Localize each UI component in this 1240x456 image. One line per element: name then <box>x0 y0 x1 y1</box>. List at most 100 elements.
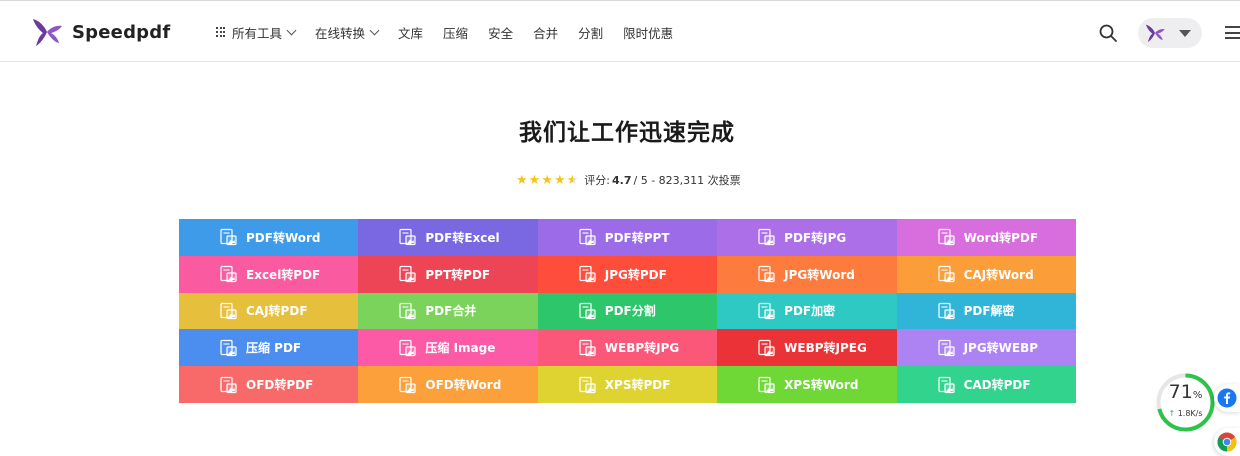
tool-tile[interactable]: PDF转Word <box>179 219 359 256</box>
tool-tile[interactable]: PDF转PPT <box>537 219 718 256</box>
main-nav: 所有工具 在线转换 文库 压缩 安全 合并 分割 限时优惠 <box>216 21 693 43</box>
tool-tile[interactable]: OFD转PDF <box>179 366 359 403</box>
brand-name: Speedpdf <box>72 21 171 43</box>
image-to-word-icon <box>758 266 775 283</box>
site-header: Speedpdf 所有工具 在线转换 文库 压缩 安全 合并 分割 限时优惠 <box>0 1 1240 62</box>
tool-label: Word转PDF <box>963 230 1039 245</box>
tool-tile[interactable]: XPS转Word <box>717 366 897 403</box>
nav-compress[interactable]: 压缩 <box>443 23 468 42</box>
avatar <box>1145 24 1165 43</box>
tool-label: OFD转PDF <box>246 378 314 393</box>
nav-library[interactable]: 文库 <box>398 23 423 42</box>
tool-tile[interactable]: PDF转Excel <box>358 219 538 256</box>
tool-label: PDF转Word <box>246 230 321 245</box>
rating-suffix: / 5 - 823,311 次投票 <box>633 174 741 187</box>
nav-promo[interactable]: 限时优惠 <box>623 23 673 42</box>
tool-tile[interactable]: 压缩 PDF <box>179 329 359 367</box>
xps-icon <box>579 376 596 393</box>
tool-label: JPG转WEBP <box>963 341 1039 356</box>
rating-value: 4.7 <box>612 173 632 187</box>
tool-tile[interactable]: JPG转PDF <box>537 255 718 293</box>
nav-item-label: 文库 <box>398 25 424 41</box>
tool-tile[interactable]: 压缩 Image <box>358 329 538 367</box>
user-menu-button[interactable] <box>1138 18 1202 48</box>
document-image-icon <box>220 229 237 246</box>
tool-tile[interactable]: PDF加密 <box>717 292 897 330</box>
tool-label: PDF转JPG <box>784 230 847 245</box>
tool-tile[interactable]: PPT转PDF <box>358 255 538 293</box>
network-speed-widget[interactable]: 71% ↑ 1.8K/s <box>1155 372 1216 433</box>
rating-summary: ★ ★ ★ ★ ★ 评分: 4.7 / 5 - 823,311 次投票 <box>516 172 741 188</box>
tool-tile[interactable]: Word转PDF <box>896 219 1076 256</box>
caj-icon <box>937 266 955 283</box>
xps-icon <box>758 376 775 393</box>
compress-icon <box>220 339 237 356</box>
caj-icon <box>220 302 237 320</box>
tool-label: PPT转PDF <box>425 267 491 282</box>
speed-percent: 71% <box>1168 381 1203 403</box>
tool-label: XPS转Word <box>784 378 859 393</box>
tool-tile[interactable]: PDF转JPG <box>717 219 897 256</box>
search-button[interactable] <box>1098 23 1118 43</box>
tool-tile[interactable]: OFD转Word <box>358 366 538 403</box>
tool-tile[interactable]: CAJ转PDF <box>179 292 359 330</box>
brand-logo[interactable]: Speedpdf <box>30 15 170 49</box>
image-convert-icon <box>579 339 596 356</box>
half-star-icon: ★ <box>566 172 579 188</box>
document-image-icon <box>579 229 596 246</box>
nav-item-label: 安全 <box>488 25 514 41</box>
nav-merge[interactable]: 合并 <box>533 23 558 42</box>
chrome-button[interactable] <box>1214 428 1240 456</box>
nav-all-tools-label: 所有工具 <box>232 25 283 41</box>
ofd-icon <box>220 376 237 393</box>
tool-tile[interactable]: JPG转WEBP <box>896 329 1076 367</box>
tool-tile[interactable]: JPG转Word <box>717 255 897 293</box>
nav-all-tools[interactable]: 所有工具 <box>216 23 297 42</box>
star-icon: ★ <box>528 172 541 188</box>
tool-label: WEBP转JPG <box>604 341 680 356</box>
tool-tile[interactable]: XPS转PDF <box>537 366 718 403</box>
nav-item-label: 在线转换 <box>315 25 366 41</box>
document-image-icon <box>758 229 775 246</box>
tool-tile[interactable]: WEBP转JPG <box>537 329 718 367</box>
tool-label: OFD转Word <box>425 378 502 393</box>
tool-tile[interactable]: Excel转PDF <box>179 255 359 293</box>
tool-tile[interactable]: CAJ转Word <box>896 255 1076 293</box>
document-image-icon <box>399 229 416 246</box>
speed-rate: ↑ 1.8K/s <box>1168 409 1203 418</box>
nav-security[interactable]: 安全 <box>488 23 513 42</box>
facebook-button[interactable] <box>1214 384 1240 412</box>
tool-tile[interactable]: CAD转PDF <box>896 366 1076 403</box>
star-icon: ★ <box>516 172 528 188</box>
tool-label: JPG转Word <box>784 267 855 282</box>
grid-icon <box>216 27 226 37</box>
presentation-icon <box>399 266 416 283</box>
nav-online-convert[interactable]: 在线转换 <box>315 23 380 42</box>
spreadsheet-icon <box>220 266 237 283</box>
nav-split[interactable]: 分割 <box>578 23 603 42</box>
tool-label: 压缩 PDF <box>246 341 302 356</box>
tool-label: PDF分割 <box>604 304 656 319</box>
tool-tile[interactable]: PDF分割 <box>537 292 718 330</box>
tool-label: PDF转Excel <box>425 230 500 245</box>
lock-icon <box>758 302 775 320</box>
ofd-icon <box>399 376 416 393</box>
compress-image-icon <box>399 339 416 356</box>
tool-label: CAJ转PDF <box>246 304 308 319</box>
image-to-pdf-icon <box>579 266 596 283</box>
tool-label: CAD转PDF <box>963 378 1031 393</box>
tool-label: PDF转PPT <box>604 230 670 245</box>
nav-item-label: 分割 <box>578 25 604 41</box>
tool-tile[interactable]: PDF合并 <box>358 292 538 330</box>
tool-label: CAJ转Word <box>963 267 1034 282</box>
tool-tile[interactable]: PDF解密 <box>896 292 1076 330</box>
tool-tile[interactable]: WEBP转JPEG <box>717 329 897 367</box>
merge-icon <box>399 302 416 320</box>
search-icon <box>1099 24 1117 42</box>
hamburger-menu-button[interactable] <box>1225 26 1240 39</box>
star-icon: ★ <box>553 172 566 188</box>
chevron-down-icon <box>369 25 380 35</box>
cad-icon <box>937 376 955 393</box>
page-title: 我们让工作迅速完成 <box>519 120 735 146</box>
tool-label: PDF解密 <box>963 304 1015 319</box>
